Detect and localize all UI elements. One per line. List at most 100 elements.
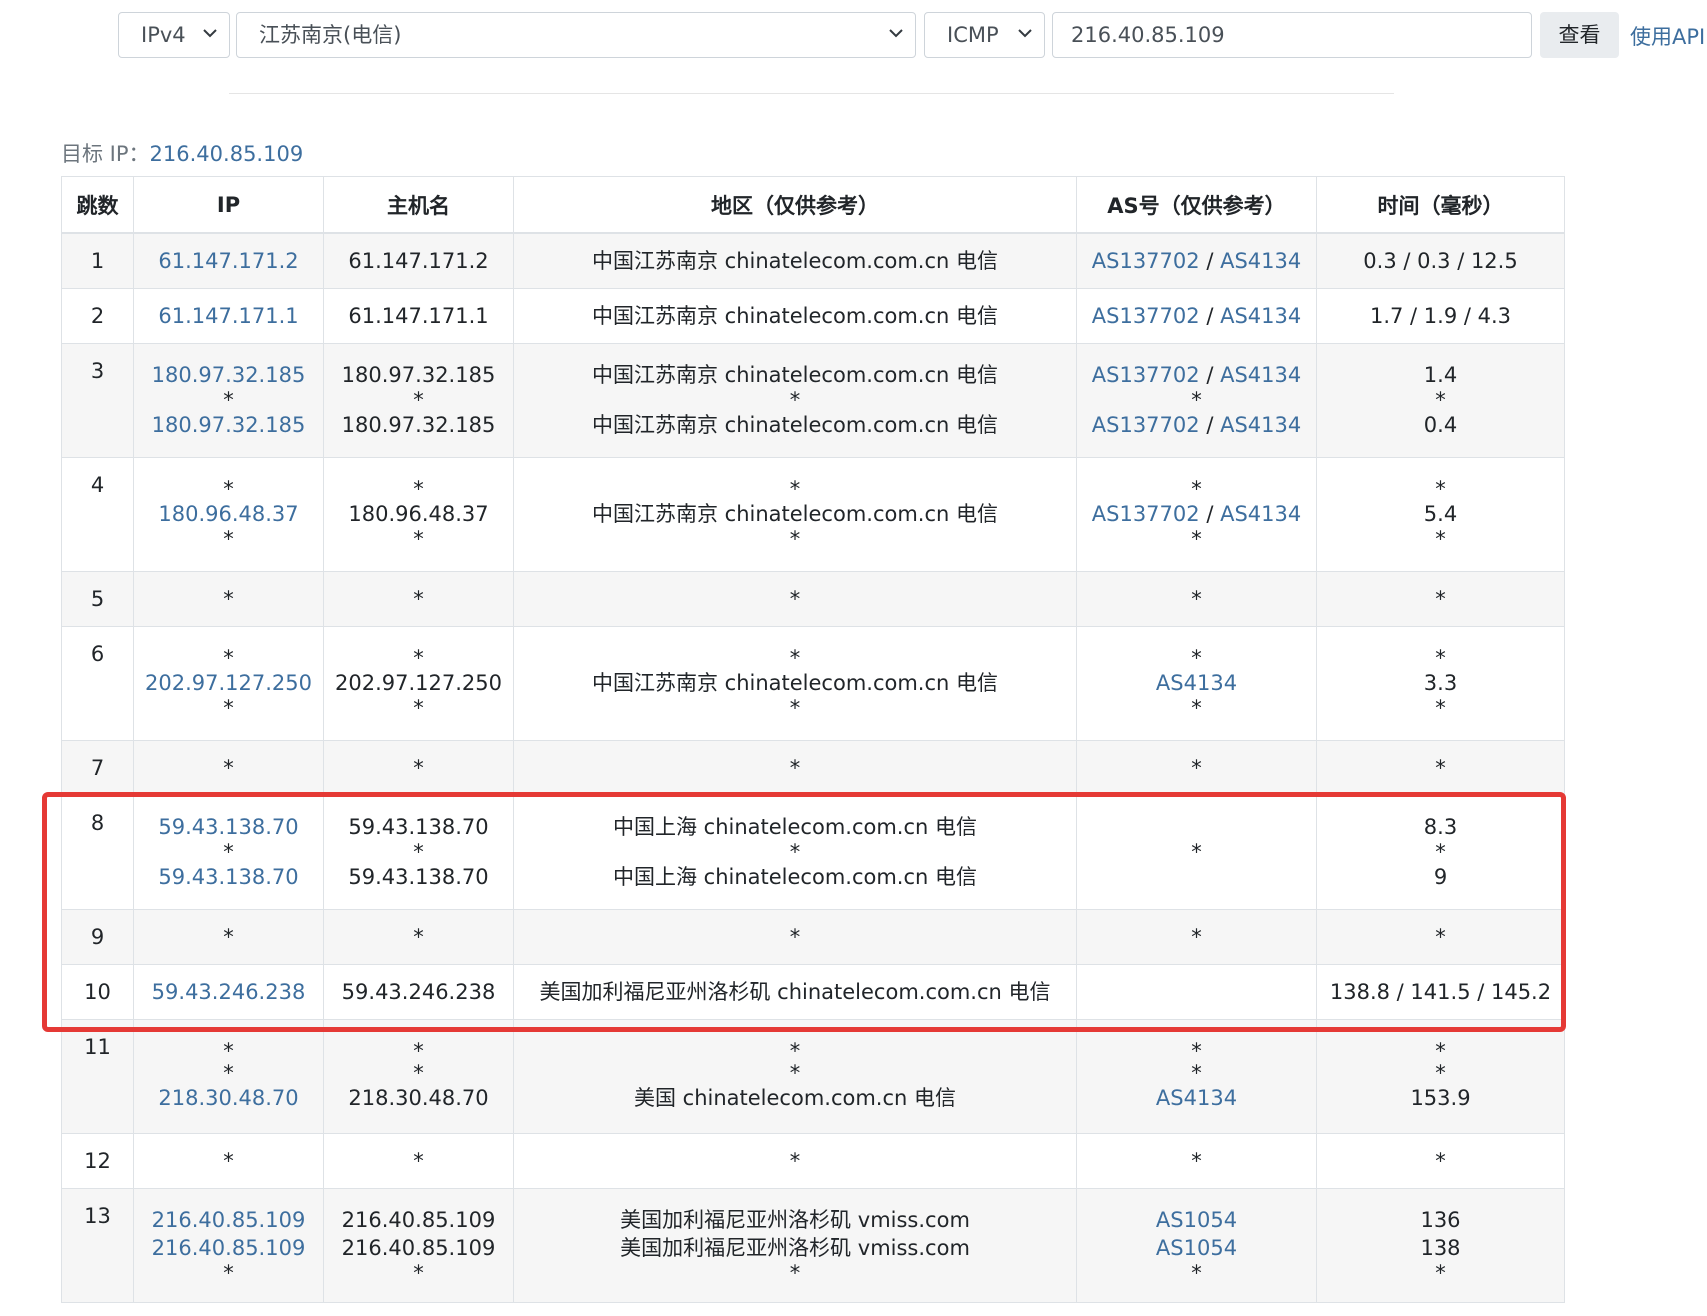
as-value: * (1191, 1148, 1202, 1173)
ip-link[interactable]: 216.40.85.109 (134, 1206, 323, 1234)
hostname-value: 202.97.127.250 (335, 671, 502, 695)
ip-link[interactable]: 202.97.127.250 (134, 669, 323, 697)
table-row: 6 * 202.97.127.250 * * 202.97.127.250 * * 中国江苏南京… (61, 625, 1565, 741)
ip-cell: 61.147.171.2 (133, 232, 324, 289)
time-value: 136 (1420, 1208, 1461, 1232)
hostname-value: 216.40.85.109 (341, 1208, 496, 1232)
ip-cell: * 180.96.48.37 * (133, 456, 324, 572)
table-header-row: 跳数 IP 主机名 地区（仅供参考） AS号（仅供参考） 时间（毫秒） (61, 176, 1565, 234)
hostname-value: 59.43.138.70 (348, 815, 489, 839)
ip-link[interactable]: 218.30.48.70 (134, 1084, 323, 1112)
ip-version-select[interactable]: IPv4 (118, 12, 230, 58)
region-value: * (789, 527, 801, 551)
ip-value: * (223, 1061, 234, 1085)
header-region: 地区（仅供参考） (513, 176, 1077, 234)
hop-number: 1 (61, 232, 134, 289)
table-row: 5 * * * * * (61, 570, 1565, 627)
hostname-value: 216.40.85.109 (341, 1236, 496, 1260)
protocol-select[interactable]: ICMP (924, 12, 1045, 58)
hostname-value: 180.96.48.37 (348, 502, 489, 526)
separator: / (1199, 413, 1221, 437)
time-cell: * 5.4 * (1316, 456, 1565, 572)
ip-link[interactable]: 180.96.48.37 (134, 500, 323, 528)
as-value: * (1191, 755, 1202, 780)
as-link[interactable]: AS137702 (1092, 304, 1200, 328)
ip-link[interactable]: 59.43.138.70 (134, 863, 323, 891)
time-cell: * 3.3 * (1316, 625, 1565, 741)
time-value: * (1435, 755, 1446, 780)
time-cell: * * 153.9 (1316, 1018, 1565, 1134)
region-value: * (789, 1148, 801, 1173)
location-value: 江苏南京(电信) (259, 23, 402, 47)
as-cell: * (1076, 739, 1317, 796)
as-link[interactable]: AS137702 (1092, 502, 1200, 526)
as-link[interactable]: AS4134 (1220, 304, 1301, 328)
hostname-value: 218.30.48.70 (348, 1086, 489, 1110)
ip-value: * (223, 477, 234, 501)
as-cell: * (1076, 794, 1317, 910)
time-value: * (1435, 388, 1446, 412)
ip-link[interactable]: 61.147.171.1 (134, 302, 323, 330)
region-value: 中国江苏南京 chinatelecom.com.cn 电信 (591, 303, 999, 328)
region-cell: 中国江苏南京 chinatelecom.com.cn 电信 (513, 287, 1077, 344)
query-button[interactable]: 查看 (1540, 12, 1619, 58)
as-link[interactable]: AS4134 (1220, 249, 1301, 273)
separator: / (1199, 363, 1221, 387)
hop-number: 11 (61, 1018, 134, 1134)
time-cell: 1.7 / 1.9 / 4.3 (1316, 287, 1565, 344)
time-value: * (1435, 696, 1446, 720)
ip-value: * (223, 527, 234, 551)
hop-number: 2 (61, 287, 134, 344)
hostname-value: 180.97.32.185 (341, 413, 496, 437)
location-select[interactable]: 江苏南京(电信) (236, 12, 916, 58)
api-link[interactable]: 使用API (1630, 21, 1705, 51)
as-cell: * (1076, 1132, 1317, 1189)
as-value: * (1191, 1061, 1202, 1085)
as-link[interactable]: AS137702 (1092, 413, 1200, 437)
ip-link[interactable]: 180.97.32.185 (134, 361, 323, 389)
separator: / (1199, 248, 1221, 273)
as-link[interactable]: AS4134 (1220, 502, 1301, 526)
table-row: 10 59.43.246.238 59.43.246.238 美国加利福尼亚州洛杉矶 … (61, 963, 1565, 1020)
hop-number: 13 (61, 1187, 134, 1303)
hostname-cell: 61.147.171.2 (323, 232, 514, 289)
table-row: 3 180.97.32.185 * 180.97.32.185 180.97.32.18… (61, 342, 1565, 458)
chevron-down-icon (1018, 29, 1032, 38)
time-value: 9 (1433, 865, 1448, 889)
header-hop: 跳数 (61, 176, 134, 234)
region-value: 美国 chinatelecom.com.cn 电信 (633, 1086, 957, 1110)
ip-link[interactable]: 59.43.246.238 (134, 978, 323, 1006)
time-value: 0.3 / 0.3 / 12.5 (1363, 248, 1518, 273)
ip-cell: * (133, 1132, 324, 1189)
as-link[interactable]: AS4134 (1220, 363, 1301, 387)
as-link[interactable]: AS1054 (1156, 1208, 1237, 1232)
as-link[interactable]: AS137702 (1092, 363, 1200, 387)
ip-link[interactable]: 216.40.85.109 (134, 1234, 323, 1262)
as-link[interactable]: AS4134 (1156, 1086, 1237, 1110)
ip-value: * (223, 388, 234, 412)
as-link[interactable]: AS1054 (1156, 1236, 1237, 1260)
traceroute-table: 跳数 IP 主机名 地区（仅供参考） AS号（仅供参考） 时间（毫秒） 1 61.… (61, 176, 1565, 1303)
target-input[interactable]: 216.40.85.109 (1052, 12, 1532, 58)
as-line: AS4134 (1077, 669, 1316, 697)
hostname-value: * (413, 586, 424, 611)
region-value: 中国江苏南京 chinatelecom.com.cn 电信 (591, 671, 999, 695)
ip-value: * (223, 1039, 234, 1063)
table-row: 8 59.43.138.70 * 59.43.138.70 59.43.138.70 * 5… (61, 794, 1565, 910)
ip-cell: 61.147.171.1 (133, 287, 324, 344)
as-link[interactable]: AS4134 (1220, 413, 1301, 437)
header-hostname: 主机名 (323, 176, 514, 234)
table-row: 11 * * 218.30.48.70 * * 218.30.48.70 * * 美国 china… (61, 1018, 1565, 1134)
hop-number: 10 (61, 963, 134, 1020)
ip-link[interactable]: 59.43.138.70 (134, 813, 323, 841)
ip-link[interactable]: 180.97.32.185 (134, 411, 323, 439)
time-value: * (1435, 1061, 1446, 1085)
as-value: * (1191, 840, 1202, 864)
as-link[interactable]: AS4134 (1156, 671, 1237, 695)
time-value: 1.7 / 1.9 / 4.3 (1369, 303, 1512, 328)
header-time: 时间（毫秒） (1316, 176, 1565, 234)
as-link[interactable]: AS137702 (1092, 249, 1200, 273)
hostname-value: * (413, 1061, 424, 1085)
time-value: * (1435, 586, 1446, 611)
ip-link[interactable]: 61.147.171.2 (134, 247, 323, 275)
